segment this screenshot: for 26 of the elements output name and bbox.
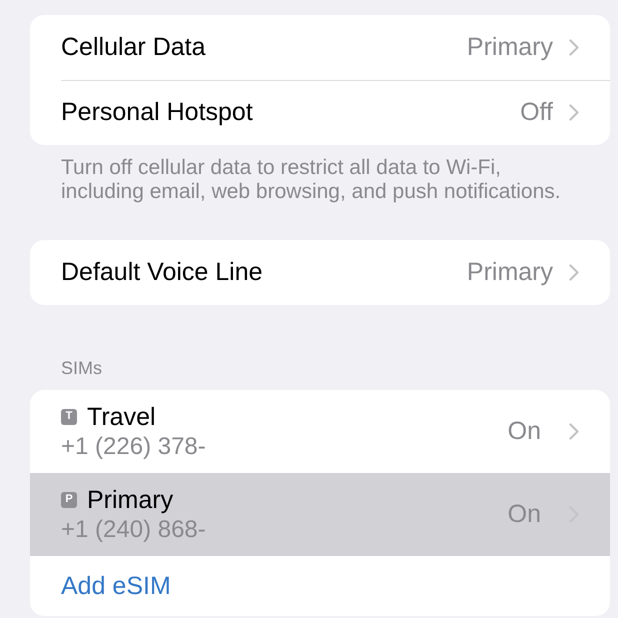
section-footer: Turn off cellular data to restrict all data to Wi-Fi, including email, web browsing, and push notifications. — [61, 156, 561, 204]
sim-status: On — [508, 500, 541, 529]
sim-badge: T — [61, 408, 77, 424]
sim-name: Primary — [87, 484, 174, 514]
settings-row[interactable]: Personal Hotspot Off — [30, 80, 610, 145]
add-esim-link[interactable]: Add eSIM — [30, 556, 610, 616]
row-label: Default Voice Line — [61, 258, 264, 287]
chevron-right-icon — [569, 104, 579, 121]
chevron-right-icon — [569, 264, 579, 281]
chevron-right-icon — [569, 39, 579, 56]
row-value: Primary — [466, 33, 553, 62]
sim-row[interactable]: P Primary +1 (240) 868- On — [30, 473, 610, 556]
chevron-right-icon — [569, 423, 579, 440]
settings-row[interactable]: Cellular Data Primary — [30, 15, 610, 80]
row-label: Cellular Data — [61, 33, 207, 62]
section-header: SIMs — [60, 357, 104, 380]
sim-name: Travel — [87, 402, 156, 432]
phone-number: +1 (226) 378- — [61, 432, 207, 462]
phone-number: +1 (240) 868- — [61, 514, 207, 544]
row-value: Primary — [466, 258, 553, 287]
row-label: Personal Hotspot — [61, 98, 254, 127]
row-value: Off — [520, 98, 553, 127]
sim-status: On — [508, 417, 541, 446]
settings-row[interactable]: Default Voice Line Primary — [30, 240, 610, 305]
sim-row[interactable]: T Travel +1 (226) 378- On — [30, 390, 610, 473]
sim-badge: P — [61, 492, 77, 508]
